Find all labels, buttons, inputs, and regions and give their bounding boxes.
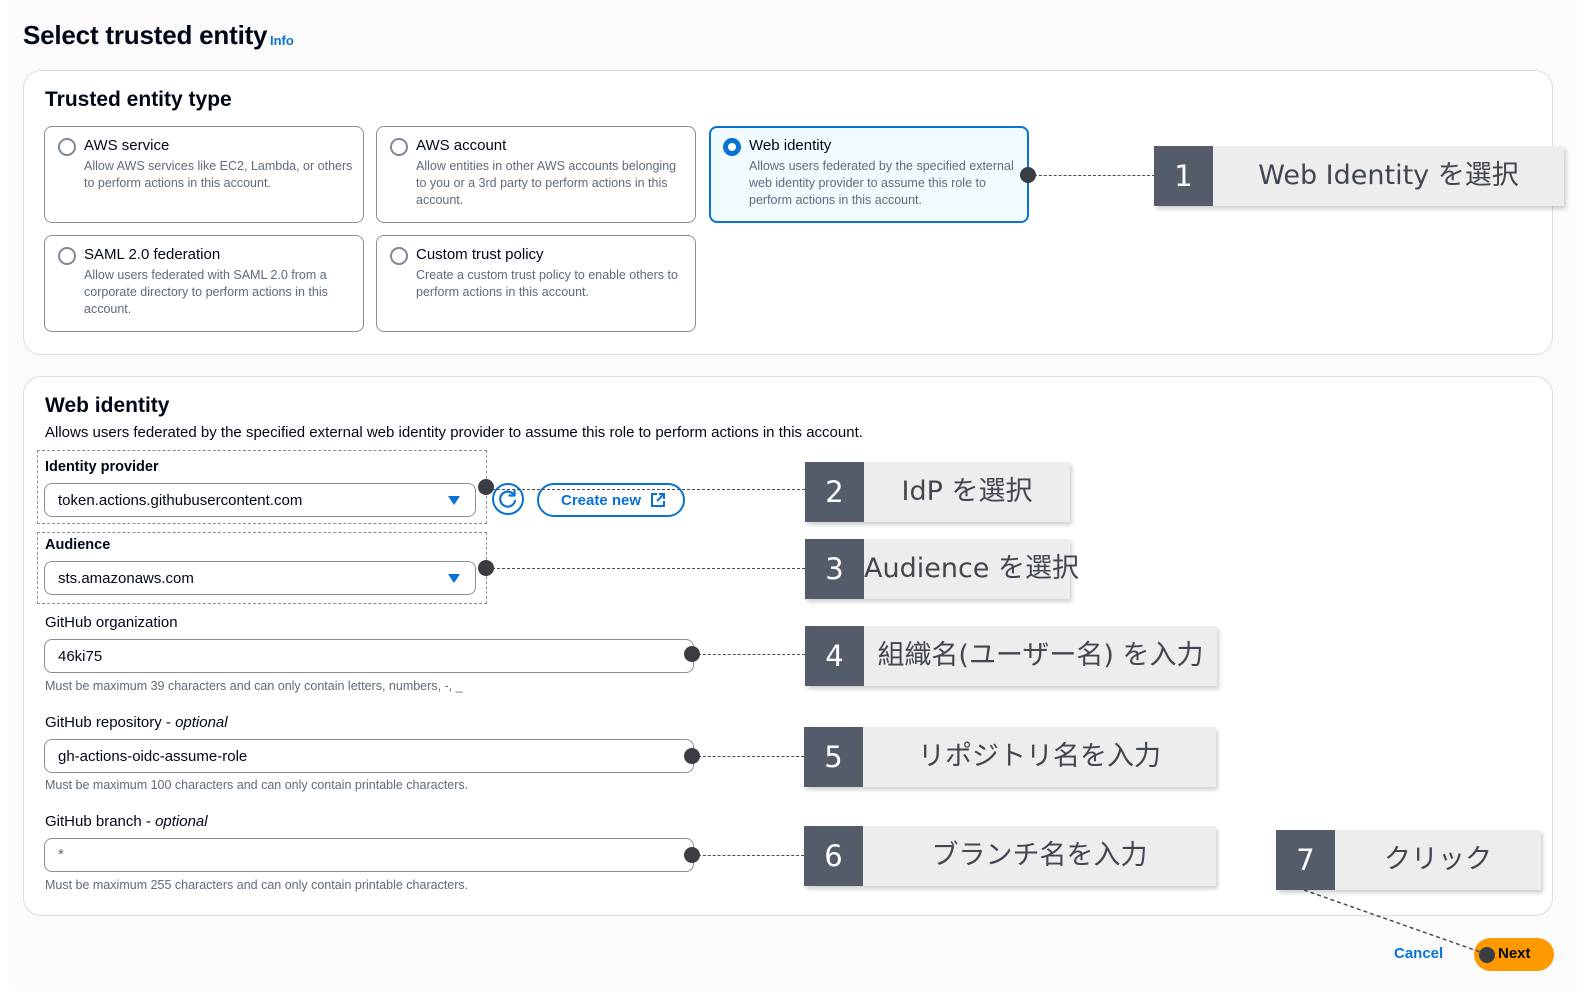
tile-custom-trust-policy[interactable]: Custom trust policy Create a custom trus… <box>376 235 696 332</box>
page-title: Select trusted entity <box>23 20 268 50</box>
github-branch-placeholder: * <box>58 846 64 863</box>
anchor-dot-3 <box>478 560 494 576</box>
callout-5: 5 リポジトリ名を入力 <box>804 727 1216 787</box>
tile-title: Custom trust policy <box>416 246 544 263</box>
github-branch-label-text: GitHub branch <box>45 813 142 830</box>
connector-3 <box>492 568 805 569</box>
trusted-entity-type-heading: Trusted entity type <box>45 88 232 111</box>
callout-text: 組織名(ユーザー名) を入力 <box>877 640 1204 671</box>
callout-number: 7 <box>1276 830 1335 890</box>
anchor-dot-4 <box>684 646 700 662</box>
callout-7: 7 クリック <box>1276 830 1541 890</box>
connector-6 <box>698 855 804 856</box>
tile-description: Allows users federated by the specified … <box>749 159 1014 207</box>
tile-saml-federation[interactable]: SAML 2.0 federation Allow users federate… <box>44 235 364 332</box>
callout-text: リポジトリ名を入力 <box>918 741 1161 772</box>
tile-description: Allow AWS services like EC2, Lambda, or … <box>84 159 353 190</box>
tile-title: Web identity <box>749 137 832 154</box>
radio-aws-service[interactable] <box>58 138 76 156</box>
connector-7 <box>1303 889 1487 955</box>
next-label: Next <box>1498 945 1531 962</box>
github-repo-value: gh-actions-oidc-assume-role <box>58 748 248 765</box>
callout-6: 6 ブランチ名を入力 <box>804 826 1216 886</box>
callout-text: Audience を選択 <box>864 553 1079 584</box>
tile-web-identity[interactable]: Web identity Allows users federated by t… <box>709 126 1029 223</box>
audience-value: sts.amazonaws.com <box>58 570 194 587</box>
anchor-dot-6 <box>684 847 700 863</box>
github-repo-label: GitHub repository - optional <box>45 714 228 731</box>
callout-number: 2 <box>805 462 864 522</box>
tile-description: Allow entities in other AWS accounts bel… <box>416 159 677 207</box>
github-branch-hint: Must be maximum 255 characters and can o… <box>45 878 469 892</box>
identity-provider-label: Identity provider <box>45 459 159 475</box>
tile-title: AWS service <box>84 137 170 154</box>
callout-text: クリック <box>1384 844 1492 875</box>
tile-aws-service[interactable]: AWS service Allow AWS services like EC2,… <box>44 126 364 223</box>
github-repo-input[interactable]: gh-actions-oidc-assume-role <box>44 739 694 773</box>
anchor-dot-1 <box>1020 167 1036 183</box>
connector-2 <box>492 489 805 490</box>
radio-saml-federation[interactable] <box>58 247 76 265</box>
radio-web-identity[interactable] <box>723 138 741 156</box>
connector-4 <box>698 654 805 655</box>
callout-4: 4 組織名(ユーザー名) を入力 <box>805 626 1217 686</box>
identity-provider-value: token.actions.githubusercontent.com <box>58 492 303 509</box>
info-link[interactable]: Info <box>270 33 294 48</box>
optional-tag: optional <box>155 813 208 830</box>
github-branch-label: GitHub branch - optional <box>45 813 208 830</box>
caret-down-icon <box>448 574 460 583</box>
tile-title: SAML 2.0 federation <box>84 246 221 263</box>
callout-text: ブランチ名を入力 <box>931 840 1148 871</box>
github-org-input[interactable]: 46ki75 <box>44 639 694 673</box>
callout-text: IdP を選択 <box>901 476 1033 507</box>
github-org-value: 46ki75 <box>58 648 103 665</box>
anchor-dot-2 <box>478 479 494 495</box>
callout-1: 1 Web Identity を選択 <box>1154 146 1564 206</box>
callout-2: 2 IdP を選択 <box>805 462 1070 522</box>
anchor-dot-7 <box>1479 947 1495 963</box>
refresh-button[interactable] <box>492 483 524 515</box>
callout-number: 6 <box>804 826 863 886</box>
anchor-dot-5 <box>684 748 700 764</box>
optional-tag: optional <box>175 714 228 731</box>
github-org-label: GitHub organization <box>45 614 178 631</box>
callout-number: 1 <box>1154 146 1213 206</box>
github-org-hint: Must be maximum 39 characters and can on… <box>45 679 463 693</box>
radio-aws-account[interactable] <box>390 138 408 156</box>
tile-description: Create a custom trust policy to enable o… <box>416 268 678 299</box>
callout-number: 3 <box>805 539 864 599</box>
github-repo-label-text: GitHub repository <box>45 714 162 731</box>
audience-label: Audience <box>45 537 111 553</box>
callout-number: 5 <box>804 727 863 787</box>
external-link-icon <box>651 493 665 507</box>
connector-1 <box>1034 175 1155 176</box>
radio-custom-trust-policy[interactable] <box>390 247 408 265</box>
github-repo-hint: Must be maximum 100 characters and can o… <box>45 778 469 792</box>
tile-aws-account[interactable]: AWS account Allow entities in other AWS … <box>376 126 696 223</box>
callout-number: 4 <box>805 626 864 686</box>
create-new-label: Create new <box>561 492 642 509</box>
web-identity-description: Allows users federated by the specified … <box>45 424 863 441</box>
github-branch-input[interactable]: * <box>44 838 694 872</box>
identity-provider-select[interactable]: token.actions.githubusercontent.com <box>44 483 476 517</box>
tile-title: AWS account <box>416 137 507 154</box>
web-identity-heading: Web identity <box>45 394 170 417</box>
audience-select[interactable]: sts.amazonaws.com <box>44 561 476 595</box>
connector-5 <box>698 756 804 757</box>
callout-3: 3 Audience を選択 <box>805 539 1079 599</box>
callout-text: Web Identity を選択 <box>1258 160 1519 191</box>
caret-down-icon <box>448 496 460 505</box>
tile-description: Allow users federated with SAML 2.0 from… <box>84 268 328 316</box>
